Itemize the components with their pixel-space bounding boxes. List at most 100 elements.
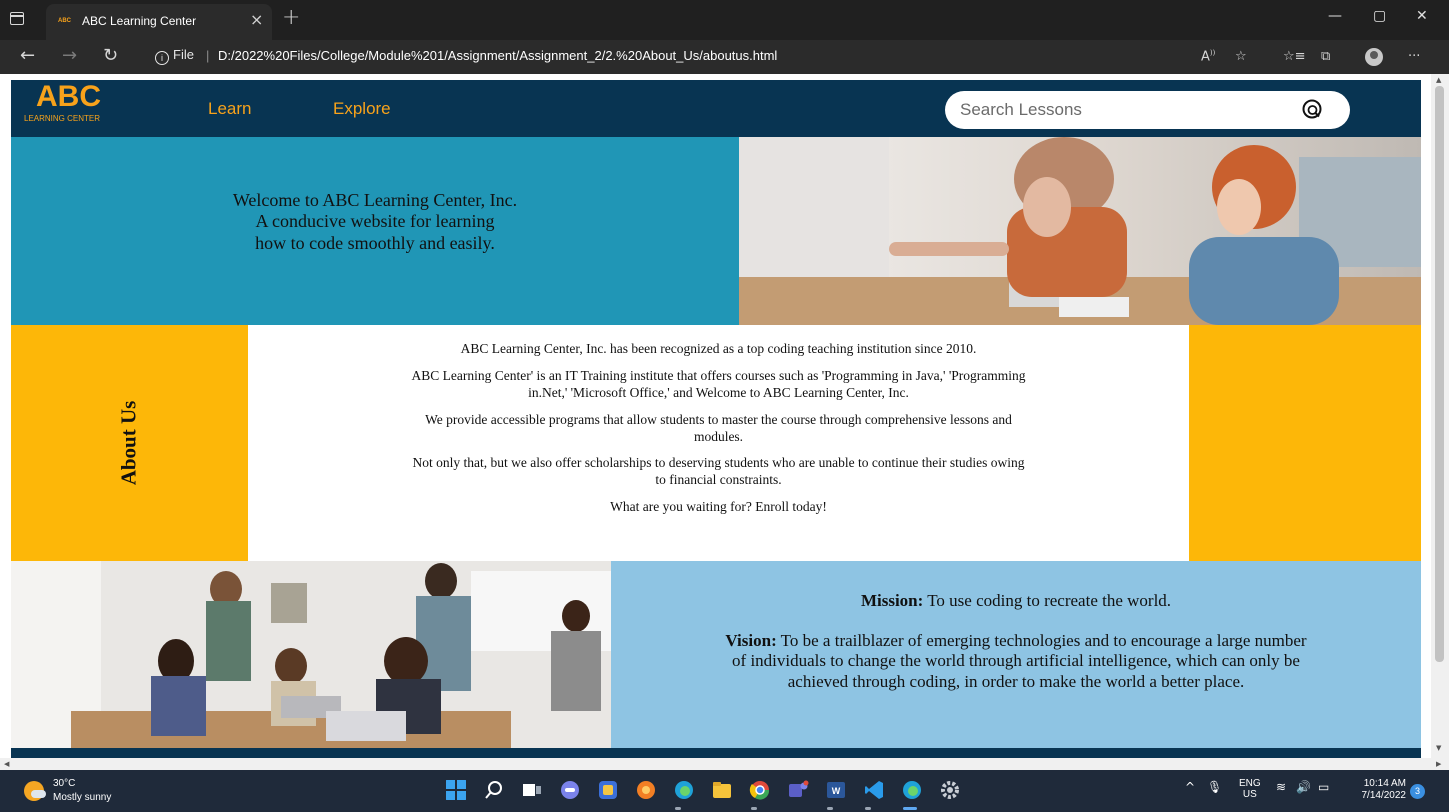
about-paragraph-3: We provide accessible programs that allo…	[425, 411, 1012, 444]
volume-icon[interactable]: 🔊	[1296, 780, 1311, 794]
hero-text-panel: Welcome to ABC Learning Center, Inc. A c…	[11, 137, 739, 325]
collections-icon[interactable]: ⧉	[1321, 49, 1330, 64]
teams-icon[interactable]	[787, 779, 809, 801]
refresh-icon[interactable]: ↻	[103, 45, 118, 66]
notification-badge[interactable]: 3	[1410, 784, 1425, 799]
site-logo[interactable]: ABC	[36, 80, 101, 114]
settings-gear-icon[interactable]	[939, 779, 961, 801]
url-text[interactable]: D:/2022%20Files/College/Module%201/Assig…	[218, 48, 777, 63]
vision-text: To be a trailblazer of emerging technolo…	[732, 631, 1307, 691]
browser-tab[interactable]: ABC ABC Learning Center ×	[46, 4, 272, 40]
lang-top: ENG	[1239, 778, 1261, 789]
running-indicator	[751, 807, 757, 810]
file-explorer-icon[interactable]	[711, 779, 733, 801]
forward-icon[interactable]: →	[62, 45, 77, 66]
hero-welcome: Welcome to ABC Learning Center, Inc. A c…	[233, 190, 517, 255]
about-body: ABC Learning Center, Inc. has been recog…	[248, 341, 1189, 526]
search-icon[interactable]	[1301, 98, 1325, 122]
vertical-scroll-thumb[interactable]	[1435, 86, 1444, 662]
microphone-muted-icon[interactable]: 🎙	[1207, 780, 1222, 794]
close-window-icon[interactable]: ✕	[1416, 8, 1428, 24]
windows-start-icon[interactable]	[445, 779, 467, 801]
vertical-scrollbar[interactable]: ▲ ▼	[1431, 74, 1449, 758]
task-view-icon[interactable]	[521, 779, 543, 801]
scroll-up-arrow-icon[interactable]: ▲	[1436, 76, 1441, 84]
tab-close-icon[interactable]: ×	[250, 10, 263, 29]
widgets-icon[interactable]	[597, 779, 619, 801]
read-aloud-icon[interactable]: A))	[1201, 49, 1215, 64]
more-menu-icon[interactable]: ···	[1408, 49, 1420, 64]
clock-time: 10:14 AM	[1363, 778, 1406, 789]
nav-explore-link[interactable]: Explore	[333, 99, 391, 119]
about-left-panel: About Us	[11, 325, 248, 561]
tab-actions-icon[interactable]	[10, 12, 24, 25]
about-paragraph-2: ABC Learning Center' is an IT Training i…	[411, 367, 1026, 400]
app-icon-orange[interactable]	[635, 779, 657, 801]
about-section: About Us ABC Learning Center, Inc. has b…	[11, 325, 1421, 561]
team-photo	[11, 561, 611, 748]
url-file-label: File	[173, 47, 194, 62]
edge-active-icon[interactable]	[901, 779, 923, 801]
vision-label: Vision:	[725, 631, 777, 650]
favorites-icon[interactable]: ☆≡	[1283, 49, 1306, 64]
minimize-icon[interactable]: —	[1328, 8, 1342, 24]
vision-statement: Vision: To be a trailblazer of emerging …	[721, 631, 1311, 692]
clock[interactable]: 10:14 AM 7/14/2022	[1350, 778, 1407, 802]
weather-temperature[interactable]: 30°C	[53, 778, 75, 789]
url-separator: |	[206, 48, 210, 63]
svg-text:W: W	[832, 786, 841, 796]
running-indicator	[675, 807, 681, 810]
scroll-down-arrow-icon[interactable]: ▼	[1436, 744, 1441, 752]
hero-photo	[739, 137, 1421, 325]
restore-icon[interactable]: ▢	[1373, 8, 1386, 24]
scroll-left-arrow-icon[interactable]: ◀	[4, 760, 9, 768]
about-paragraph-1: ABC Learning Center, Inc. has been recog…	[460, 341, 977, 356]
chrome-icon[interactable]	[749, 779, 771, 801]
back-icon[interactable]: ←	[20, 45, 35, 66]
taskbar-search-icon[interactable]	[483, 779, 505, 801]
clock-date: 7/14/2022	[1361, 790, 1407, 801]
weather-icon[interactable]	[24, 781, 46, 801]
profile-icon[interactable]	[1365, 48, 1383, 66]
hero-section: Welcome to ABC Learning Center, Inc. A c…	[11, 137, 1421, 325]
hero-line-1: Welcome to ABC Learning Center, Inc.	[232, 189, 518, 210]
footer-strip	[11, 748, 1421, 758]
show-hidden-icons[interactable]: ^	[1185, 780, 1195, 794]
mission-vision-panel: Mission: To use coding to recreate the w…	[611, 561, 1421, 748]
info-icon: i	[155, 51, 169, 65]
chat-icon[interactable]	[559, 779, 581, 801]
nav-learn-link[interactable]: Learn	[208, 99, 251, 119]
tab-title: ABC Learning Center	[82, 14, 197, 28]
running-indicator	[827, 807, 833, 810]
battery-icon[interactable]: ▭	[1318, 780, 1329, 794]
hero-line-3: how to code smoothly and easily.	[255, 232, 495, 253]
windows-taskbar: 30°C Mostly sunny W ^ 🎙 ENG US ≋ 🔊 ▭ 10:1…	[0, 770, 1449, 812]
weather-description[interactable]: Mostly sunny	[53, 792, 111, 803]
hero-line-2: A conducive website for learning	[255, 211, 495, 232]
active-indicator	[903, 807, 917, 810]
new-tab-icon[interactable]: +	[282, 5, 300, 30]
scroll-right-arrow-icon[interactable]: ▶	[1436, 760, 1441, 768]
search-input[interactable]	[945, 91, 1350, 129]
site-navbar: ABC LEARNING CENTER Learn Explore	[11, 80, 1421, 137]
lang-bottom: US	[1242, 789, 1257, 800]
about-us-heading: About Us	[116, 400, 141, 486]
wifi-icon[interactable]: ≋	[1276, 780, 1286, 794]
running-indicator	[865, 807, 871, 810]
edge-icon[interactable]	[673, 779, 695, 801]
about-right-panel	[1189, 325, 1421, 561]
word-icon[interactable]: W	[825, 779, 847, 801]
web-page: ABC LEARNING CENTER Learn Explore Welcom…	[11, 80, 1421, 758]
language-indicator[interactable]: ENG US	[1239, 778, 1261, 800]
address-bar: ← → ↻ i File | D:/2022%20Files/College/Mo…	[0, 40, 1449, 74]
mission-label: Mission:	[860, 591, 924, 610]
mission-statement: Mission: To use coding to recreate the w…	[611, 591, 1421, 611]
page-viewport: ABC LEARNING CENTER Learn Explore Welcom…	[0, 74, 1449, 758]
mission-section: Mission: To use coding to recreate the w…	[11, 561, 1421, 748]
site-info-button[interactable]: i File	[155, 47, 194, 65]
site-logo-subtitle: LEARNING CENTER	[24, 114, 101, 123]
about-paragraph-4: Not only that, but we also offer scholar…	[412, 455, 1025, 488]
vscode-icon[interactable]	[863, 779, 885, 801]
favorite-add-icon[interactable]: ☆	[1235, 49, 1247, 64]
about-paragraph-5: What are you waiting for? Enroll today!	[610, 499, 827, 515]
